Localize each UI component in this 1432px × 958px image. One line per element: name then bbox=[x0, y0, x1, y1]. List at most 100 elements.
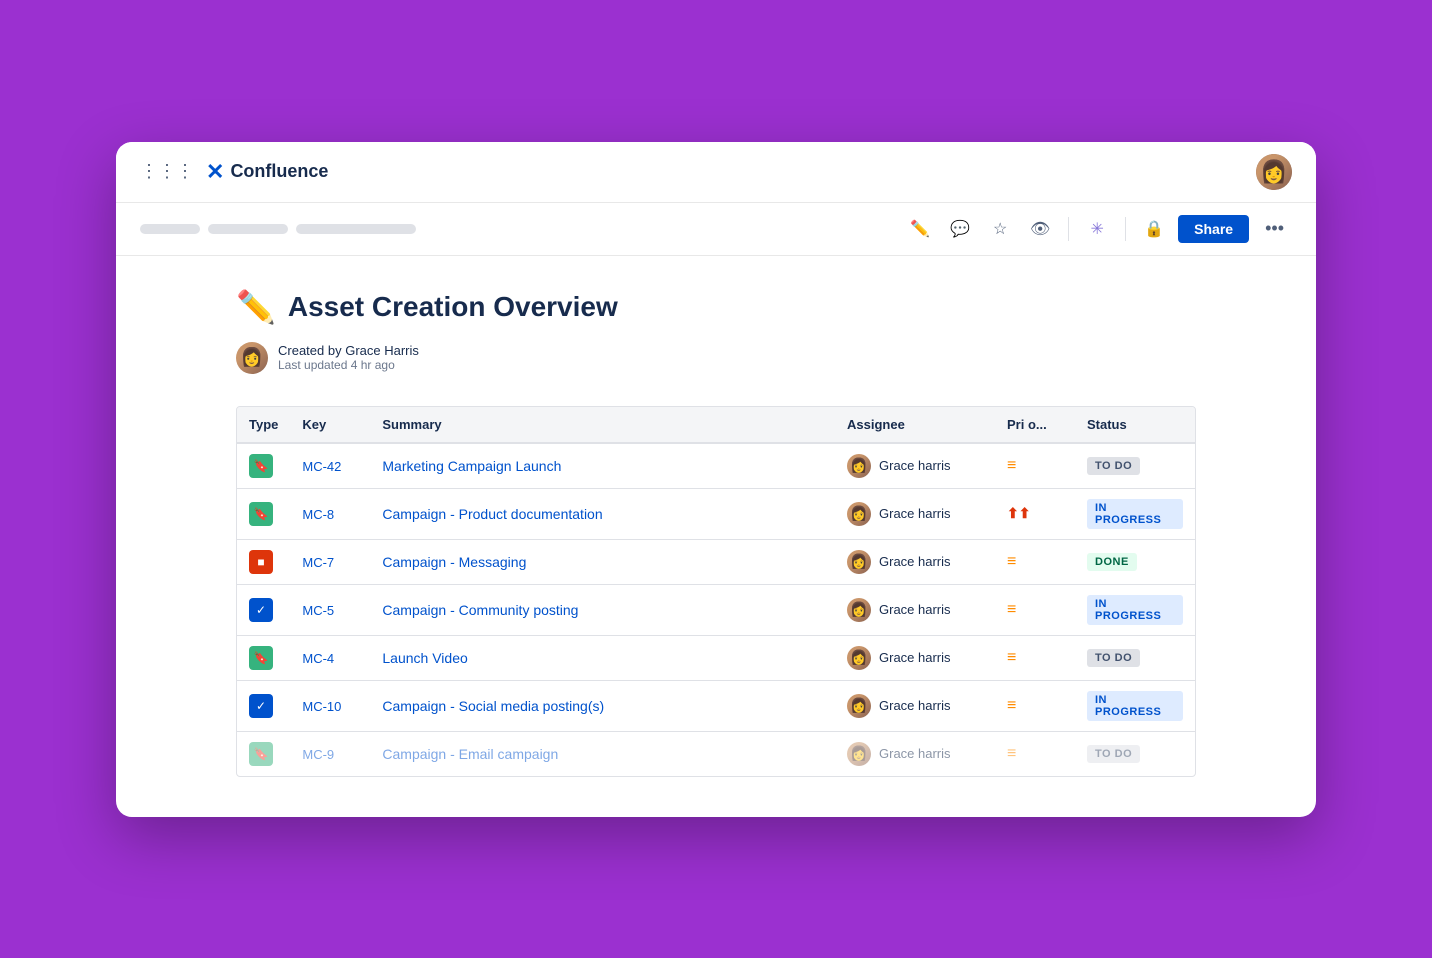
cell-assignee: 👩 Grace harris bbox=[835, 635, 995, 680]
issue-key-link[interactable]: MC-7 bbox=[302, 555, 334, 570]
loading-icon: ✳ bbox=[1081, 213, 1113, 245]
cell-type: ■ bbox=[237, 539, 290, 584]
status-badge: DONE bbox=[1087, 553, 1137, 571]
confluence-brand-name: Confluence bbox=[230, 161, 328, 182]
type-icon: 🔖 bbox=[249, 454, 273, 478]
cell-summary: Campaign - Email campaign bbox=[370, 731, 835, 776]
issue-summary-link[interactable]: Campaign - Messaging bbox=[382, 554, 526, 570]
cell-priority: ⬆⬆ bbox=[995, 488, 1075, 539]
assignee-name: Grace harris bbox=[879, 554, 951, 569]
assignee-name: Grace harris bbox=[879, 458, 951, 473]
share-button[interactable]: Share bbox=[1178, 215, 1249, 243]
cell-type: ✓ bbox=[237, 584, 290, 635]
status-badge: IN PROGRESS bbox=[1087, 499, 1183, 529]
cell-summary: Campaign - Community posting bbox=[370, 584, 835, 635]
confluence-logo[interactable]: ✕ Confluence bbox=[206, 159, 328, 185]
comment-icon[interactable]: 💬 bbox=[944, 213, 976, 245]
type-icon: 🔖 bbox=[249, 502, 273, 526]
issue-summary-link[interactable]: Campaign - Social media posting(s) bbox=[382, 698, 604, 714]
issue-key-link[interactable]: MC-42 bbox=[302, 459, 341, 474]
cell-key: MC-5 bbox=[290, 584, 370, 635]
table-header-row: Type Key Summary Assignee Pri o... bbox=[237, 407, 1195, 443]
cell-assignee: 👩 Grace harris bbox=[835, 443, 995, 489]
page-content: ✏️ Asset Creation Overview 👩 Created by … bbox=[116, 256, 1316, 817]
page-emoji: ✏️ bbox=[236, 288, 276, 326]
cell-key: MC-10 bbox=[290, 680, 370, 731]
cell-assignee: 👩 Grace harris bbox=[835, 539, 995, 584]
col-header-status: Status bbox=[1075, 407, 1195, 443]
table-row: 🔖 MC-8 Campaign - Product documentation … bbox=[237, 488, 1195, 539]
grid-icon[interactable]: ⋮⋮⋮ bbox=[140, 161, 194, 182]
toolbar-divider-2 bbox=[1125, 217, 1126, 241]
table-row: ✓ MC-10 Campaign - Social media posting(… bbox=[237, 680, 1195, 731]
edit-icon[interactable]: ✏️ bbox=[904, 213, 936, 245]
assignee-name: Grace harris bbox=[879, 506, 951, 521]
cell-priority: ≡ bbox=[995, 635, 1075, 680]
assignee-name: Grace harris bbox=[879, 602, 951, 617]
cell-status: TO DO bbox=[1075, 635, 1195, 680]
cell-status: TO DO bbox=[1075, 731, 1195, 776]
breadcrumb-area bbox=[140, 224, 416, 234]
author-date: Last updated 4 hr ago bbox=[278, 358, 419, 372]
author-avatar: 👩 bbox=[236, 342, 268, 374]
issue-summary-link[interactable]: Campaign - Product documentation bbox=[382, 506, 602, 522]
author-info: 👩 Created by Grace Harris Last updated 4… bbox=[236, 342, 1196, 374]
watch-icon[interactable]: 👁 bbox=[1024, 213, 1056, 245]
breadcrumb-item-1 bbox=[140, 224, 200, 234]
cell-assignee: 👩 Grace harris bbox=[835, 680, 995, 731]
issue-key-link[interactable]: MC-4 bbox=[302, 651, 334, 666]
cell-priority: ≡ bbox=[995, 680, 1075, 731]
author-name: Created by Grace Harris bbox=[278, 343, 419, 358]
table-row: 🔖 MC-42 Marketing Campaign Launch 👩 Grac… bbox=[237, 443, 1195, 489]
toolbar-divider-1 bbox=[1068, 217, 1069, 241]
type-icon: ✓ bbox=[249, 694, 273, 718]
type-icon: 🔖 bbox=[249, 646, 273, 670]
cell-priority: ≡ bbox=[995, 443, 1075, 489]
page-title-area: ✏️ Asset Creation Overview bbox=[236, 288, 1196, 326]
assignee-avatar: 👩 bbox=[847, 646, 871, 670]
issue-summary-link[interactable]: Launch Video bbox=[382, 650, 467, 666]
cell-key: MC-42 bbox=[290, 443, 370, 489]
status-badge: IN PROGRESS bbox=[1087, 595, 1183, 625]
type-icon: ✓ bbox=[249, 598, 273, 622]
assignee-avatar: 👩 bbox=[847, 454, 871, 478]
cell-status: IN PROGRESS bbox=[1075, 680, 1195, 731]
cell-type: 🔖 bbox=[237, 443, 290, 489]
type-icon: 🔖 bbox=[249, 742, 273, 766]
cell-type: 🔖 bbox=[237, 488, 290, 539]
cell-key: MC-4 bbox=[290, 635, 370, 680]
table-row: 🔖 MC-4 Launch Video 👩 Grace harris ≡ TO … bbox=[237, 635, 1195, 680]
cell-summary: Marketing Campaign Launch bbox=[370, 443, 835, 489]
cell-assignee: 👩 Grace harris bbox=[835, 584, 995, 635]
page-title: Asset Creation Overview bbox=[288, 291, 618, 323]
cell-type: ✓ bbox=[237, 680, 290, 731]
cell-summary: Launch Video bbox=[370, 635, 835, 680]
assignee-avatar: 👩 bbox=[847, 502, 871, 526]
user-avatar[interactable] bbox=[1256, 154, 1292, 190]
cell-priority: ≡ bbox=[995, 584, 1075, 635]
status-badge: IN PROGRESS bbox=[1087, 691, 1183, 721]
issue-summary-link[interactable]: Marketing Campaign Launch bbox=[382, 458, 561, 474]
cell-key: MC-8 bbox=[290, 488, 370, 539]
col-header-type: Type bbox=[237, 407, 290, 443]
browser-window: ⋮⋮⋮ ✕ Confluence ✏️ 💬 ☆ 👁 ✳ 🔒 Share ••• bbox=[116, 142, 1316, 817]
assignee-name: Grace harris bbox=[879, 650, 951, 665]
lock-icon[interactable]: 🔒 bbox=[1138, 213, 1170, 245]
issue-summary-link[interactable]: Campaign - Email campaign bbox=[382, 746, 558, 762]
issue-summary-link[interactable]: Campaign - Community posting bbox=[382, 602, 578, 618]
issue-key-link[interactable]: MC-10 bbox=[302, 699, 341, 714]
status-badge: TO DO bbox=[1087, 745, 1140, 763]
assignee-name: Grace harris bbox=[879, 698, 951, 713]
cell-assignee: 👩 Grace harris bbox=[835, 488, 995, 539]
more-options-icon[interactable]: ••• bbox=[1257, 214, 1292, 243]
issue-key-link[interactable]: MC-5 bbox=[302, 603, 334, 618]
assignee-avatar: 👩 bbox=[847, 550, 871, 574]
cell-priority: ≡ bbox=[995, 731, 1075, 776]
issue-key-link[interactable]: MC-9 bbox=[302, 747, 334, 762]
table-row: ■ MC-7 Campaign - Messaging 👩 Grace harr… bbox=[237, 539, 1195, 584]
status-badge: TO DO bbox=[1087, 457, 1140, 475]
star-icon[interactable]: ☆ bbox=[984, 213, 1016, 245]
issue-key-link[interactable]: MC-8 bbox=[302, 507, 334, 522]
breadcrumb-item-2 bbox=[208, 224, 288, 234]
breadcrumb-item-3 bbox=[296, 224, 416, 234]
